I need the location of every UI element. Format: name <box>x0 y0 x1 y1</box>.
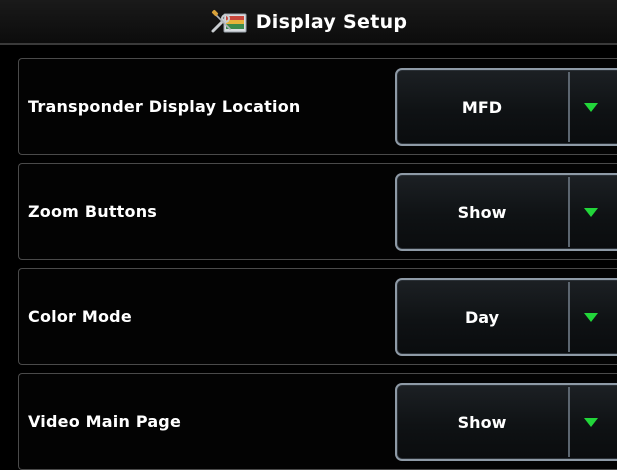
dropdown-divider <box>568 72 570 142</box>
title-group: Display Setup <box>210 7 408 37</box>
dropdown-value: Show <box>457 412 507 432</box>
dropdown-divider <box>568 177 570 247</box>
page-title: Display Setup <box>255 10 408 33</box>
setting-label: Color Mode <box>28 307 132 326</box>
dropdown-divider <box>568 387 570 457</box>
dropdown-divider <box>568 282 570 352</box>
setting-row-color-mode: Color Mode Day <box>18 268 617 365</box>
setting-label: Transponder Display Location <box>28 97 301 116</box>
settings-tools-icon <box>211 9 247 32</box>
chevron-down-icon <box>584 313 598 322</box>
color-mode-dropdown[interactable]: Day <box>395 278 617 356</box>
setting-label: Zoom Buttons <box>28 202 158 221</box>
setting-row-transponder-display-location: Transponder Display Location MFD <box>18 58 617 155</box>
setting-label: Video Main Page <box>28 412 182 431</box>
dropdown-value: Day <box>464 307 499 327</box>
setting-row-video-main-page: Video Main Page Show <box>18 373 617 470</box>
setting-row-zoom-buttons: Zoom Buttons Show <box>18 163 617 260</box>
chevron-down-icon <box>584 103 598 112</box>
zoom-buttons-dropdown[interactable]: Show <box>395 173 617 251</box>
dropdown-value: MFD <box>461 97 503 117</box>
transponder-display-location-dropdown[interactable]: MFD <box>395 68 617 146</box>
chevron-down-icon <box>584 208 598 217</box>
dropdown-value: Show <box>457 202 507 222</box>
chevron-down-icon <box>584 418 598 427</box>
title-bar: Display Setup <box>0 0 617 45</box>
video-main-page-dropdown[interactable]: Show <box>395 383 617 461</box>
